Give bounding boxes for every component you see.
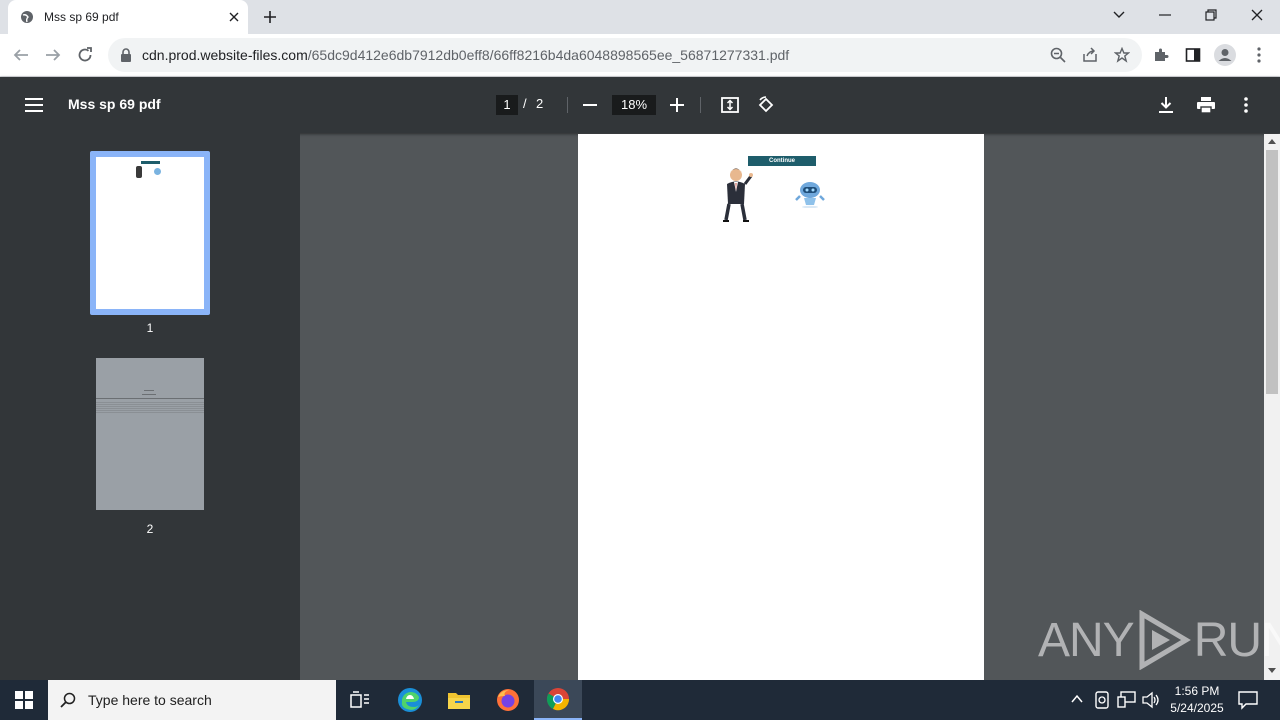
watermark-right-text: RUN bbox=[1193, 613, 1280, 667]
forward-icon[interactable] bbox=[38, 40, 68, 70]
zoom-out-icon[interactable] bbox=[576, 91, 604, 119]
minimize-icon[interactable] bbox=[1142, 0, 1188, 30]
taskbar-search-box[interactable]: Type here to search bbox=[48, 680, 336, 720]
url-text[interactable]: cdn.prod.website-files.com/65dc9d412e6db… bbox=[142, 47, 789, 63]
close-tab-icon[interactable] bbox=[226, 9, 242, 25]
scroll-up-icon[interactable] bbox=[1268, 138, 1276, 144]
zoom-input[interactable]: 18% bbox=[612, 95, 656, 115]
show-hidden-icons-chevron-icon[interactable] bbox=[1070, 692, 1084, 706]
anyrun-watermark: ANY RUN bbox=[1038, 608, 1280, 672]
browser-tab[interactable]: Mss sp 69 pdf bbox=[8, 0, 248, 34]
zoom-in-icon[interactable] bbox=[663, 91, 691, 119]
restore-icon[interactable] bbox=[1188, 0, 1234, 30]
address-bar[interactable]: cdn.prod.website-files.com/65dc9d412e6db… bbox=[108, 38, 1142, 72]
notification-center-icon[interactable] bbox=[1238, 690, 1258, 710]
clock-time: 1:56 PM bbox=[1174, 684, 1220, 698]
search-placeholder: Type here to search bbox=[88, 692, 212, 708]
thumbnail-robot-mark bbox=[154, 168, 161, 175]
robot-illustration bbox=[795, 182, 825, 208]
url-path: /65dc9d412e6db7912db0eff8/66ff8216b4da60… bbox=[307, 47, 790, 63]
page-thumbnail-2[interactable] bbox=[96, 358, 204, 510]
file-explorer-icon[interactable] bbox=[435, 680, 483, 720]
thumbnail-text-line bbox=[96, 398, 204, 399]
page-thumbnail-1[interactable] bbox=[90, 151, 210, 315]
tab-search-icon[interactable] bbox=[1096, 0, 1142, 30]
url-host: cdn.prod.website-files.com bbox=[142, 47, 308, 63]
new-tab-button[interactable] bbox=[258, 6, 282, 28]
zoom-icon[interactable] bbox=[1048, 45, 1068, 65]
volume-icon[interactable] bbox=[1142, 691, 1160, 709]
viewer-scrollbar[interactable] bbox=[1264, 134, 1280, 680]
task-view-icon[interactable] bbox=[336, 680, 384, 720]
thumbnail-continue-mark bbox=[141, 161, 160, 164]
network-wired-icon[interactable] bbox=[1117, 691, 1137, 709]
thumbnail-text-line bbox=[142, 394, 156, 395]
continue-button[interactable]: Continue bbox=[748, 156, 816, 166]
edge-icon[interactable] bbox=[386, 680, 434, 720]
taskbar: Type here to search 1:56 PM 5/24/2025 bbox=[0, 680, 1280, 720]
page-separator: / bbox=[523, 96, 527, 111]
toolbar-divider bbox=[700, 97, 701, 113]
download-icon[interactable] bbox=[1152, 91, 1180, 119]
thumbnail-text-line bbox=[144, 390, 154, 391]
thumbnail-person-mark bbox=[136, 166, 142, 178]
chrome-menu-icon[interactable] bbox=[1244, 40, 1274, 70]
share-icon[interactable] bbox=[1080, 45, 1100, 65]
fit-to-page-icon[interactable] bbox=[716, 91, 744, 119]
pdf-title: Mss sp 69 pdf bbox=[68, 96, 161, 112]
page-total: 2 bbox=[536, 96, 544, 111]
thumbnail-2-label: 2 bbox=[146, 522, 154, 536]
tab-strip: Mss sp 69 pdf bbox=[0, 0, 1280, 34]
bookmark-star-icon[interactable] bbox=[1112, 45, 1132, 65]
thumbnail-sidebar: 1 2 bbox=[0, 133, 300, 680]
network-device-icon[interactable] bbox=[1094, 691, 1110, 709]
browser-toolbar: cdn.prod.website-files.com/65dc9d412e6db… bbox=[0, 34, 1280, 77]
thumbnail-1-label: 1 bbox=[146, 321, 154, 335]
thumbnail-1-content bbox=[96, 157, 204, 309]
close-window-icon[interactable] bbox=[1234, 0, 1280, 30]
chrome-taskbar-icon[interactable] bbox=[534, 680, 582, 720]
taskbar-clock[interactable]: 1:56 PM 5/24/2025 bbox=[1162, 683, 1232, 717]
play-logo-icon bbox=[1139, 610, 1191, 670]
profile-avatar-icon[interactable] bbox=[1210, 40, 1240, 70]
pdf-toolbar: Mss sp 69 pdf 1 / 2 18% bbox=[0, 77, 1280, 133]
firefox-icon[interactable] bbox=[484, 680, 532, 720]
lock-icon[interactable] bbox=[116, 45, 136, 65]
businessman-illustration bbox=[723, 168, 753, 222]
side-panel-icon[interactable] bbox=[1178, 40, 1208, 70]
extensions-icon[interactable] bbox=[1146, 40, 1176, 70]
globe-icon bbox=[20, 10, 34, 24]
scroll-thumb[interactable] bbox=[1266, 150, 1278, 394]
thumbnail-text-block bbox=[96, 402, 204, 414]
search-icon bbox=[60, 692, 76, 708]
menu-hamburger-icon[interactable] bbox=[20, 91, 48, 119]
more-options-icon[interactable] bbox=[1232, 91, 1260, 119]
clock-date: 5/24/2025 bbox=[1170, 701, 1224, 715]
reload-icon[interactable] bbox=[70, 40, 100, 70]
page-number-input[interactable]: 1 bbox=[496, 95, 518, 115]
watermark-left-text: ANY bbox=[1038, 613, 1135, 667]
print-icon[interactable] bbox=[1192, 91, 1220, 119]
tab-title: Mss sp 69 pdf bbox=[44, 10, 119, 24]
windows-start-icon[interactable] bbox=[0, 680, 48, 720]
back-icon[interactable] bbox=[6, 40, 36, 70]
toolbar-divider bbox=[567, 97, 568, 113]
rotate-icon[interactable] bbox=[752, 91, 780, 119]
pdf-page-1: Continue bbox=[578, 134, 984, 680]
